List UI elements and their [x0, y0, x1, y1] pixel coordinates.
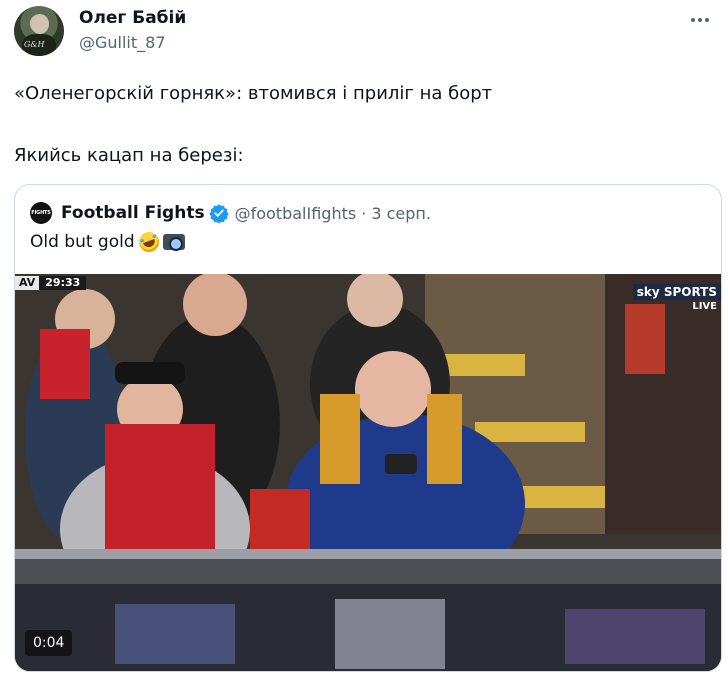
broadcaster-logo: sky SPORTS: [632, 284, 721, 300]
quoted-author-avatar[interactable]: FIGHTS: [30, 202, 52, 224]
rolling-on-floor-laughing-emoji: [135, 229, 162, 255]
author-avatar[interactable]: G&H: [14, 6, 64, 56]
quoted-text: Old but gold: [30, 229, 185, 255]
tweet-text-line-1: «Оленегорскій горняк»: втомився і приліг…: [14, 83, 493, 104]
avatar-label: G&H: [24, 40, 45, 49]
avatar-head-shape: [31, 14, 49, 34]
video-frame: [15, 274, 721, 671]
video-player[interactable]: AV 29:33 sky SPORTS LIVE 0:04: [15, 274, 721, 671]
tweet-header: G&H Олег Бабій @Gullit_87: [14, 6, 714, 56]
video-duration: 0:04: [25, 630, 73, 656]
score-time: 29:33: [39, 276, 87, 290]
more-dot: [698, 18, 702, 22]
quoted-tweet-header: FIGHTS Football Fights @footbalIfights ·…: [30, 202, 431, 224]
quoted-author-name[interactable]: Football Fights: [61, 203, 205, 223]
author-name[interactable]: Олег Бабій: [79, 8, 186, 28]
quoted-text-body: Old but gold: [30, 232, 135, 252]
camera-with-flash-emoji: [162, 234, 185, 251]
broadcaster-live: LIVE: [692, 301, 717, 312]
score-overlay: AV 29:33: [15, 276, 87, 290]
author-handle[interactable]: @Gullit_87: [79, 33, 166, 52]
tweet-text: «Оленегорскій горняк»: втомився і приліг…: [14, 82, 493, 166]
more-dots-icon[interactable]: [686, 10, 714, 30]
more-dot: [705, 18, 709, 22]
quoted-tweet[interactable]: FIGHTS Football Fights @footbalIfights ·…: [14, 184, 722, 672]
verified-badge-icon: [208, 204, 229, 223]
tweet-text-line-2: Якийсь кацап на березі:: [14, 145, 244, 166]
score-team: AV: [15, 276, 40, 290]
more-dot: [691, 18, 695, 22]
quoted-author-handle[interactable]: @footbalIfights: [235, 204, 357, 223]
quoted-date[interactable]: · 3 серп.: [361, 204, 431, 223]
